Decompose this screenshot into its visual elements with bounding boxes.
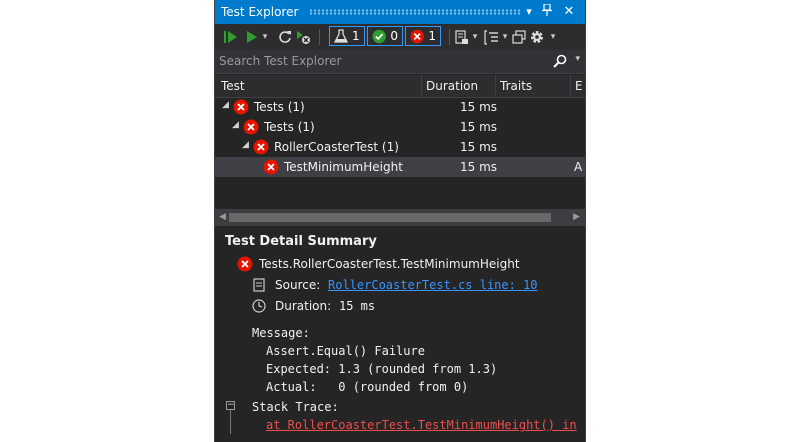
clock-icon [252, 299, 266, 316]
settings-button[interactable] [529, 27, 545, 47]
message-line[interactable]: Actual: 0 (rounded from 0) [266, 380, 468, 394]
refresh-icon [279, 31, 291, 43]
source-link[interactable]: RollerCoasterTest.cs line: 10 [328, 278, 538, 292]
playlist-icon [454, 29, 468, 44]
gear-icon [531, 31, 543, 43]
search-input[interactable] [219, 53, 539, 69]
tree-row[interactable]: ◢ Tests (1) 15 ms [215, 97, 585, 117]
expanded-arrow-icon[interactable]: ◢ [222, 100, 229, 110]
tree-row[interactable]: ◢ Tests (1) 15 ms [215, 117, 585, 137]
filter-passed-button[interactable]: 0 [367, 26, 403, 46]
tree-row-duration: 15 ms [460, 140, 498, 154]
column-header-truncated[interactable]: E [575, 79, 583, 93]
pin-icon[interactable] [539, 3, 555, 20]
failed-test-icon [263, 159, 279, 178]
group-by-dropdown-icon[interactable]: ▾ [501, 27, 509, 47]
close-icon[interactable]: ✕ [561, 4, 577, 20]
filter-total-count: 1 [352, 29, 360, 43]
expanded-arrow-icon[interactable]: ◢ [242, 140, 249, 150]
playlist-dropdown-icon[interactable]: ▾ [471, 27, 479, 47]
play-icon [247, 31, 257, 43]
title-bar: Test Explorer ▾ ✕ [215, 0, 585, 24]
failed-test-icon [253, 139, 269, 158]
columns-button[interactable] [511, 27, 527, 47]
filter-failed-button[interactable]: 1 [405, 26, 441, 46]
window-title: Test Explorer [221, 5, 299, 19]
scroll-left-arrow-icon[interactable]: ◀ [219, 212, 226, 222]
filter-failed-count: 1 [428, 29, 436, 43]
check-circle-icon [372, 29, 386, 43]
tree-row-label: RollerCoasterTest (1) [274, 140, 399, 154]
tree-row-duration: 15 ms [460, 120, 498, 134]
run-all-button[interactable] [223, 27, 239, 47]
test-detail-summary-pane: Test Detail Summary Tests.RollerCoasterT… [215, 226, 585, 442]
tree-row-label: Tests (1) [254, 100, 305, 114]
window-position-dropdown-icon[interactable]: ▾ [521, 4, 537, 20]
stack-trace-label: Stack Trace: [252, 400, 339, 414]
tree-row-duration: 15 ms [460, 100, 498, 114]
failed-test-icon [243, 119, 259, 138]
detail-heading: Test Detail Summary [225, 234, 377, 249]
filter-total-button[interactable]: 1 [329, 26, 365, 46]
group-by-icon [483, 29, 498, 45]
cancel-icon [297, 31, 310, 44]
scroll-right-arrow-icon[interactable]: ▶ [573, 212, 580, 222]
message-line[interactable]: Assert.Equal() Failure [266, 344, 425, 358]
search-options-dropdown-icon[interactable]: ▾ [575, 54, 580, 64]
failed-test-icon [233, 99, 249, 118]
cancel-run-button[interactable] [295, 27, 311, 47]
column-divider[interactable] [421, 75, 422, 97]
flask-icon [334, 29, 348, 43]
refresh-button[interactable] [277, 27, 293, 47]
scrollbar-thumb[interactable] [229, 213, 551, 222]
settings-dropdown-icon[interactable]: ▾ [549, 27, 557, 47]
column-divider[interactable] [570, 75, 571, 97]
tree-row-label: TestMinimumHeight [284, 160, 403, 174]
drag-grip[interactable] [309, 9, 521, 15]
playlist-button[interactable] [453, 27, 469, 47]
tree-row-duration: 15 ms [460, 160, 498, 174]
tree-row-label: Tests (1) [264, 120, 315, 134]
duration-label: Duration: [275, 299, 332, 313]
outline-line [230, 410, 231, 434]
column-header-traits[interactable]: Traits [500, 79, 532, 93]
group-by-button[interactable] [483, 27, 499, 47]
search-bar: ▾ [215, 50, 585, 74]
source-label: Source: [275, 278, 321, 292]
column-header-row: Test Duration Traits E [215, 75, 585, 98]
run-all-icon [224, 31, 237, 43]
failed-test-icon [237, 256, 253, 275]
tree-row[interactable]: ◢ RollerCoasterTest (1) 15 ms [215, 137, 585, 157]
message-line[interactable]: Expected: 1.3 (rounded from 1.3) [266, 362, 497, 376]
duration-value: 15 ms [339, 299, 376, 313]
run-button[interactable] [245, 27, 259, 47]
toolbar-separator [319, 29, 320, 45]
stack-trace-link[interactable]: at RollerCoasterTest.TestMinimumHeight()… [266, 418, 577, 432]
columns-icon [512, 30, 526, 44]
tree-row-selected[interactable]: TestMinimumHeight 15 ms A [215, 157, 585, 177]
column-header-test[interactable]: Test [221, 79, 245, 93]
collapse-toggle-icon[interactable]: − [226, 401, 235, 410]
filter-passed-count: 0 [390, 29, 398, 43]
toolbar-separator [449, 29, 450, 45]
message-label: Message: [252, 326, 310, 340]
toolbar: ▾ 1 0 1 ▾ ▾ ▾ [215, 24, 585, 50]
column-divider[interactable] [495, 75, 496, 97]
test-explorer-window: Test Explorer ▾ ✕ ▾ 1 0 1 ▾ ▾ ▾ Search T… [214, 0, 586, 442]
document-icon [253, 278, 265, 295]
detail-test-name[interactable]: Tests.RollerCoasterTest.TestMinimumHeigh… [259, 257, 520, 271]
column-header-duration[interactable]: Duration [426, 79, 478, 93]
error-circle-icon [410, 29, 424, 43]
search-icon[interactable] [553, 54, 567, 71]
run-dropdown-icon[interactable]: ▾ [261, 27, 269, 47]
horizontal-scrollbar[interactable]: ◀ ▶ [215, 209, 585, 226]
tree-row-trait-truncated: A [574, 160, 583, 174]
expanded-arrow-icon[interactable]: ◢ [232, 120, 239, 130]
